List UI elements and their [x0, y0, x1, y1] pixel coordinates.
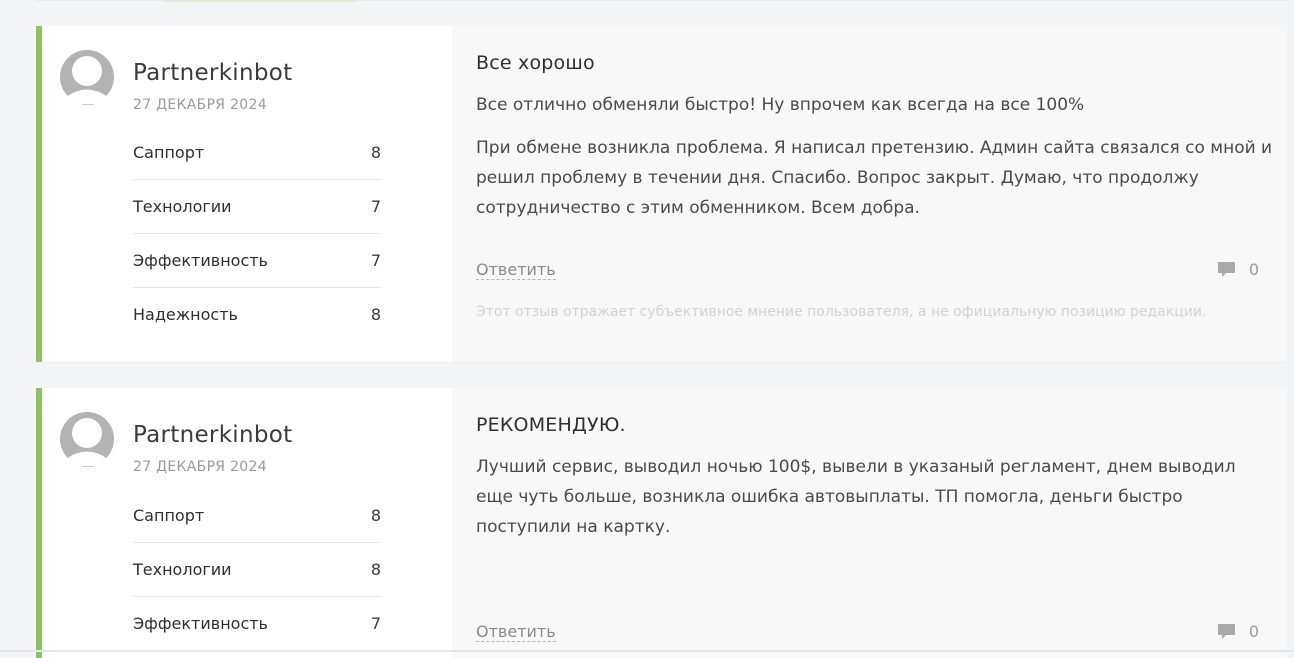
rating-row-efficiency: Эффективность 7	[133, 234, 381, 288]
rating-row-reliability: Надежность 8	[133, 288, 381, 341]
rating-label: Технологии	[133, 560, 232, 579]
review-disclaimer: Этот отзыв отражает субъективное мнение …	[476, 304, 1207, 320]
reply-link[interactable]: Ответить	[476, 623, 556, 642]
rating-value: 8	[370, 143, 381, 162]
previous-tab-indicator	[165, 0, 355, 2]
rating-row-technology: Технологии 7	[133, 180, 381, 234]
rating-value: 7	[370, 614, 381, 633]
comment-count: 0	[1248, 260, 1259, 279]
rating-label: Надежность	[133, 305, 238, 324]
rating-value: 8	[370, 506, 381, 525]
review-title: Все хорошо	[476, 52, 595, 74]
rating-row-support: Саппорт 8	[133, 489, 381, 543]
review-content: Все хорошо Все отлично обменяли быстро! …	[452, 26, 1286, 362]
rating-value: 8	[370, 305, 381, 324]
review-card: Partnerkinbot 27 ДЕКАБРЯ 2024 Саппорт 8 …	[36, 388, 1286, 658]
rating-value: 7	[370, 197, 381, 216]
review-body: Лучший сервис, выводил ночью 100$, вывел…	[476, 457, 1236, 537]
rating-label: Саппорт	[133, 506, 205, 525]
avatar-icon	[60, 50, 114, 106]
review-summary: Все отлично обменяли быстро! Ну впрочем …	[476, 95, 1085, 115]
author-name[interactable]: Partnerkinbot	[133, 60, 292, 86]
reply-link[interactable]: Ответить	[476, 261, 556, 280]
rating-row-support: Саппорт 8	[133, 126, 381, 180]
rating-label: Саппорт	[133, 143, 205, 162]
rating-list: Саппорт 8 Технологии 7 Эффективность 7 Н…	[133, 126, 381, 341]
speech-bubble-icon	[1217, 262, 1235, 277]
review-author-panel: Partnerkinbot 27 ДЕКАБРЯ 2024 Саппорт 8 …	[42, 388, 452, 658]
review-date: 27 ДЕКАБРЯ 2024	[133, 97, 267, 113]
review-title: РЕКОМЕНДУЮ.	[476, 414, 626, 436]
review-date: 27 ДЕКАБРЯ 2024	[133, 459, 267, 475]
rating-label: Технологии	[133, 197, 232, 216]
rating-value: 7	[370, 251, 381, 270]
rating-label: Эффективность	[133, 614, 268, 633]
review-body: При обмене возникла проблема. Я написал …	[476, 138, 1273, 218]
avatar-icon	[60, 412, 114, 468]
rating-row-efficiency: Эффективность 7	[133, 597, 381, 651]
review-content: РЕКОМЕНДУЮ. Лучший сервис, выводил ночью…	[452, 388, 1286, 658]
comment-counter[interactable]: 0	[1217, 260, 1259, 279]
review-card: Partnerkinbot 27 ДЕКАБРЯ 2024 Саппорт 8 …	[36, 26, 1286, 362]
rating-list: Саппорт 8 Технологии 8 Эффективность 7	[133, 489, 381, 651]
avatar-underline	[82, 104, 94, 105]
comment-count: 0	[1248, 622, 1259, 641]
review-author-panel: Partnerkinbot 27 ДЕКАБРЯ 2024 Саппорт 8 …	[42, 26, 452, 362]
comment-counter[interactable]: 0	[1217, 622, 1259, 641]
speech-bubble-icon	[1217, 624, 1235, 639]
rating-row-technology: Технологии 8	[133, 543, 381, 597]
author-name[interactable]: Partnerkinbot	[133, 422, 292, 448]
rating-label: Эффективность	[133, 251, 268, 270]
rating-value: 8	[370, 560, 381, 579]
avatar-underline	[82, 466, 94, 467]
